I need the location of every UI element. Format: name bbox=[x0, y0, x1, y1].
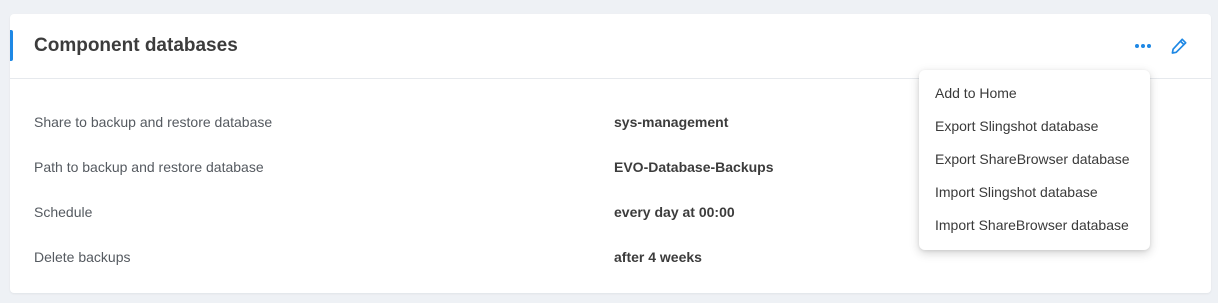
menu-item-export-sharebrowser[interactable]: Export ShareBrowser database bbox=[919, 143, 1150, 176]
setting-label: Path to backup and restore database bbox=[34, 159, 264, 175]
edit-button[interactable] bbox=[1167, 34, 1191, 58]
setting-value: sys-management bbox=[614, 114, 729, 130]
card-title: Component databases bbox=[34, 35, 238, 56]
setting-row-share: Share to backup and restore database sys… bbox=[34, 112, 934, 132]
setting-row-delete-backups: Delete backups after 4 weeks bbox=[34, 247, 934, 267]
setting-value: every day at 00:00 bbox=[614, 204, 735, 220]
setting-label: Delete backups bbox=[34, 249, 131, 265]
menu-item-export-slingshot[interactable]: Export Slingshot database bbox=[919, 110, 1150, 143]
more-options-menu: Add to Home Export Slingshot database Ex… bbox=[919, 70, 1150, 250]
setting-label: Share to backup and restore database bbox=[34, 114, 273, 130]
menu-item-import-slingshot[interactable]: Import Slingshot database bbox=[919, 176, 1150, 209]
setting-row-path: Path to backup and restore database EVO-… bbox=[34, 157, 934, 177]
setting-value: after 4 weeks bbox=[614, 249, 702, 265]
menu-item-import-sharebrowser[interactable]: Import ShareBrowser database bbox=[919, 209, 1150, 242]
accent-bar bbox=[10, 30, 13, 61]
setting-value: EVO-Database-Backups bbox=[614, 159, 774, 175]
more-horizontal-icon bbox=[1135, 44, 1151, 48]
setting-label: Schedule bbox=[34, 204, 93, 220]
more-options-button[interactable] bbox=[1131, 34, 1155, 58]
setting-row-schedule: Schedule every day at 00:00 bbox=[34, 202, 934, 222]
header-actions bbox=[1131, 34, 1191, 58]
pencil-icon bbox=[1171, 38, 1187, 54]
menu-item-add-to-home[interactable]: Add to Home bbox=[919, 77, 1150, 110]
